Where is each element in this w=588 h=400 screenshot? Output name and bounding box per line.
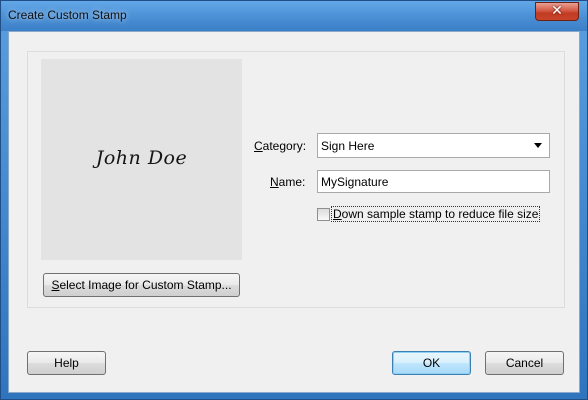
ok-button[interactable]: OK (392, 351, 471, 375)
dialog-body: John Doe Select Image for Custom Stamp..… (8, 31, 580, 393)
category-dropdown[interactable]: Sign Here (317, 133, 550, 158)
downsample-label[interactable]: Down sample stamp to reduce file size (330, 206, 541, 222)
downsample-checkbox[interactable] (317, 208, 330, 221)
help-button[interactable]: Help (27, 351, 106, 375)
signature-image: John Doe (95, 147, 188, 169)
window-title: Create Custom Stamp (8, 8, 127, 22)
category-label: Category: (254, 139, 307, 153)
name-input-value: MySignature (321, 175, 389, 189)
select-image-button[interactable]: Select Image for Custom Stamp... (43, 273, 240, 297)
title-bar[interactable]: Create Custom Stamp ✕ (1, 1, 587, 31)
stamp-preview: John Doe (41, 59, 242, 260)
dialog-window: Create Custom Stamp ✕ John Doe Select Im… (0, 0, 588, 400)
name-label: Name: (270, 175, 306, 189)
chevron-down-icon[interactable] (534, 143, 542, 148)
close-icon: ✕ (551, 3, 563, 19)
close-button[interactable]: ✕ (535, 2, 579, 21)
category-selected-value: Sign Here (321, 139, 375, 153)
name-input[interactable]: MySignature (317, 170, 550, 193)
cancel-button[interactable]: Cancel (485, 351, 564, 375)
